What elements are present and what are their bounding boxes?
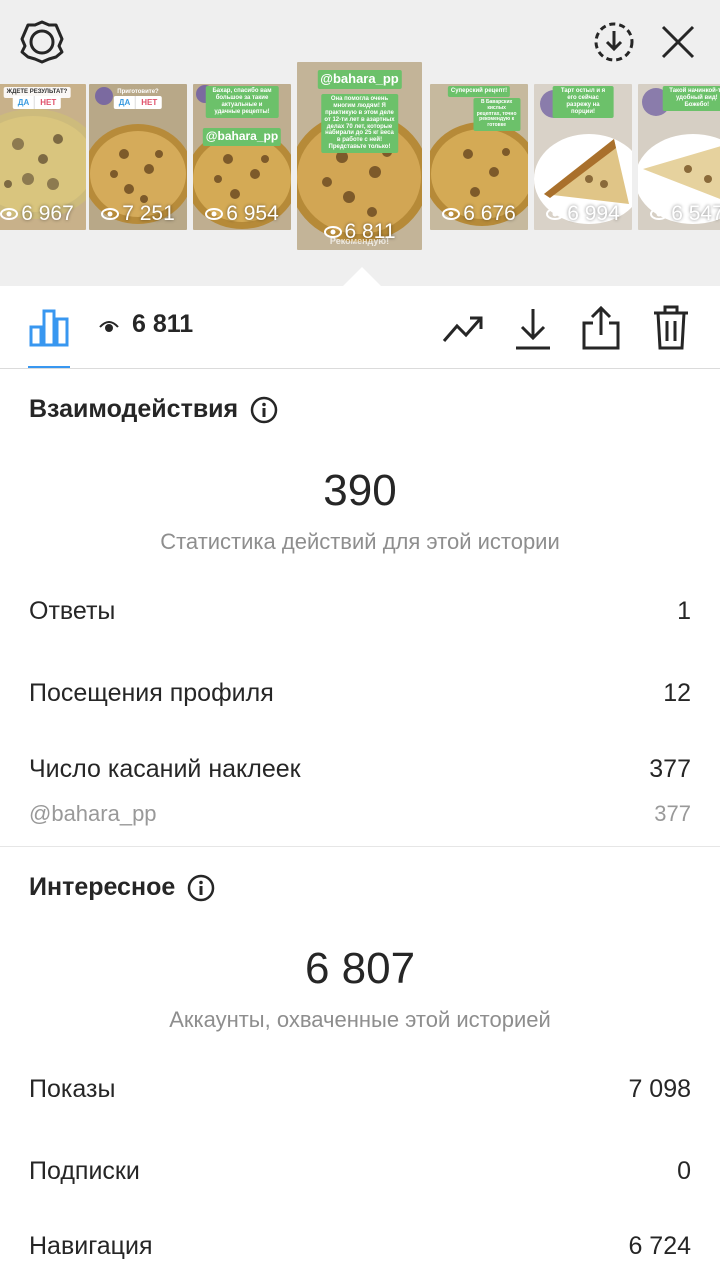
interactions-section-title: Взаимодействия xyxy=(29,395,278,424)
story-caption: Такой начинкой-то удобный вид! Божебо! xyxy=(662,86,720,111)
poll-sticker: ДА НЕТ xyxy=(12,96,62,109)
stat-value: 6 724 xyxy=(628,1232,691,1260)
share-icon[interactable] xyxy=(578,302,624,354)
eye-icon xyxy=(98,316,120,336)
story-thumbnail[interactable]: Суперский рецепт! В Баварских кислых рец… xyxy=(430,84,528,230)
story-thumbnail[interactable]: Бахар, спасибо вам большое за такие акту… xyxy=(193,84,291,230)
story-views: 6 967 xyxy=(0,202,86,226)
story-views: 7 251 xyxy=(89,202,187,226)
section-divider xyxy=(0,846,720,847)
story-views-count: 6 547 xyxy=(671,202,720,225)
stat-value: 0 xyxy=(677,1157,691,1185)
stat-value: 12 xyxy=(663,679,691,707)
stat-row-profile-visits: Посещения профиля 12 xyxy=(29,679,691,708)
stat-row-navigation: Навигация 6 724 xyxy=(29,1232,691,1261)
close-icon[interactable] xyxy=(652,16,704,68)
story-caption-2: В Баварских кислых рецептах, точно реком… xyxy=(473,98,521,131)
story-caption: Тарт остыл и я его сейчас разрежу на пор… xyxy=(552,86,614,118)
save-download-circle-icon[interactable] xyxy=(588,16,640,68)
eye-icon xyxy=(442,208,461,220)
poll-no: НЕТ xyxy=(34,96,61,109)
views-count: 6 811 xyxy=(132,310,194,338)
trash-icon[interactable] xyxy=(648,302,694,354)
stat-value: 377 xyxy=(654,801,691,826)
story-views-count: 7 251 xyxy=(122,202,175,225)
discovery-title-text: Интересное xyxy=(29,873,176,901)
poll-yes: ДА xyxy=(17,98,30,107)
stat-row-impressions: Показы 7 098 xyxy=(29,1075,691,1104)
story-caption: Она помогла очень многим людям! Я практи… xyxy=(320,94,399,154)
story-thumbnail[interactable]: Такой начинкой-то удобный вид! Божебо! 6… xyxy=(638,84,720,230)
stat-row-sticker-taps: Число касаний наклеек 377 xyxy=(29,755,691,784)
story-views: 6 547 xyxy=(638,202,720,226)
interactions-caption: Статистика действий для этой истории xyxy=(160,529,560,554)
info-icon[interactable] xyxy=(250,396,278,424)
stat-value: 1 xyxy=(677,597,691,625)
discovery-section-title: Интересное xyxy=(29,873,215,902)
bar-chart-icon[interactable] xyxy=(24,302,74,352)
eye-icon xyxy=(650,208,669,220)
story-thumbnail-selected[interactable]: @bahara_pp Она помогла очень многим людя… xyxy=(297,62,422,250)
stat-label: Посещения профиля xyxy=(29,679,274,707)
insights-toolbar: 6 811 xyxy=(0,286,720,369)
stat-row-follows: Подписки 0 xyxy=(29,1157,691,1186)
stat-label: Подписки xyxy=(29,1157,140,1185)
story-views: 6 676 xyxy=(430,202,528,226)
story-views-count: 6 811 xyxy=(344,220,396,243)
stat-label: Навигация xyxy=(29,1232,153,1260)
poll-sticker: ДА НЕТ xyxy=(113,96,163,109)
story-caption: Суперский рецепт! xyxy=(447,86,511,97)
stat-value: 377 xyxy=(649,755,691,783)
eye-icon xyxy=(205,208,224,220)
settings-gear-icon[interactable] xyxy=(16,16,68,68)
poll-yes: ДА xyxy=(118,98,131,107)
eye-icon xyxy=(323,226,342,238)
story-views-count: 6 967 xyxy=(21,202,74,225)
download-icon[interactable] xyxy=(510,304,556,354)
eye-icon xyxy=(0,208,19,220)
story-thumbnail[interactable]: Тарт остыл и я его сейчас разрежу на пор… xyxy=(534,84,632,230)
story-views: 6 811 xyxy=(297,220,422,244)
trending-icon[interactable] xyxy=(440,306,486,352)
reach-total: 6 807 xyxy=(304,944,416,993)
reach-caption: Аккаунты, охваченные этой историей xyxy=(169,1007,551,1032)
story-views: 6 994 xyxy=(534,202,632,226)
interactions-title-text: Взаимодействия xyxy=(29,395,239,423)
stat-value: 7 098 xyxy=(628,1075,691,1103)
mention-sticker: @bahara_pp xyxy=(202,128,282,146)
eye-icon xyxy=(546,208,565,220)
story-strip-area: ЖДЕТЕ РЕЗУЛЬТАТ? ДА НЕТ 6 967 Приготовит… xyxy=(0,0,720,287)
stat-label: Ответы xyxy=(29,597,116,625)
story-views: 6 954 xyxy=(193,202,291,226)
mention-sticker: @bahara_pp xyxy=(317,70,402,89)
active-tab-indicator xyxy=(28,366,70,368)
story-views-count: 6 676 xyxy=(463,202,516,225)
stat-row-replies: Ответы 1 xyxy=(29,597,691,626)
selected-story-pointer xyxy=(342,267,382,287)
info-icon[interactable] xyxy=(187,874,215,902)
story-caption: Бахар, спасибо вам большое за такие акту… xyxy=(205,86,279,118)
stat-label: Показы xyxy=(29,1075,116,1103)
story-thumbnail[interactable]: Приготовите? ДА НЕТ 7 251 xyxy=(89,84,187,230)
story-thumbnail[interactable]: ЖДЕТЕ РЕЗУЛЬТАТ? ДА НЕТ 6 967 xyxy=(0,84,86,230)
stat-label: Число касаний наклеек xyxy=(29,755,301,783)
story-views-count: 6 954 xyxy=(226,202,279,225)
interactions-total: 390 xyxy=(323,466,397,515)
stat-label: @bahara_pp xyxy=(29,801,157,826)
stat-row-sticker-mention: @bahara_pp 377 xyxy=(29,801,691,827)
poll-no: НЕТ xyxy=(135,96,162,109)
eye-icon xyxy=(101,208,120,220)
story-views-count: 6 994 xyxy=(567,202,620,225)
